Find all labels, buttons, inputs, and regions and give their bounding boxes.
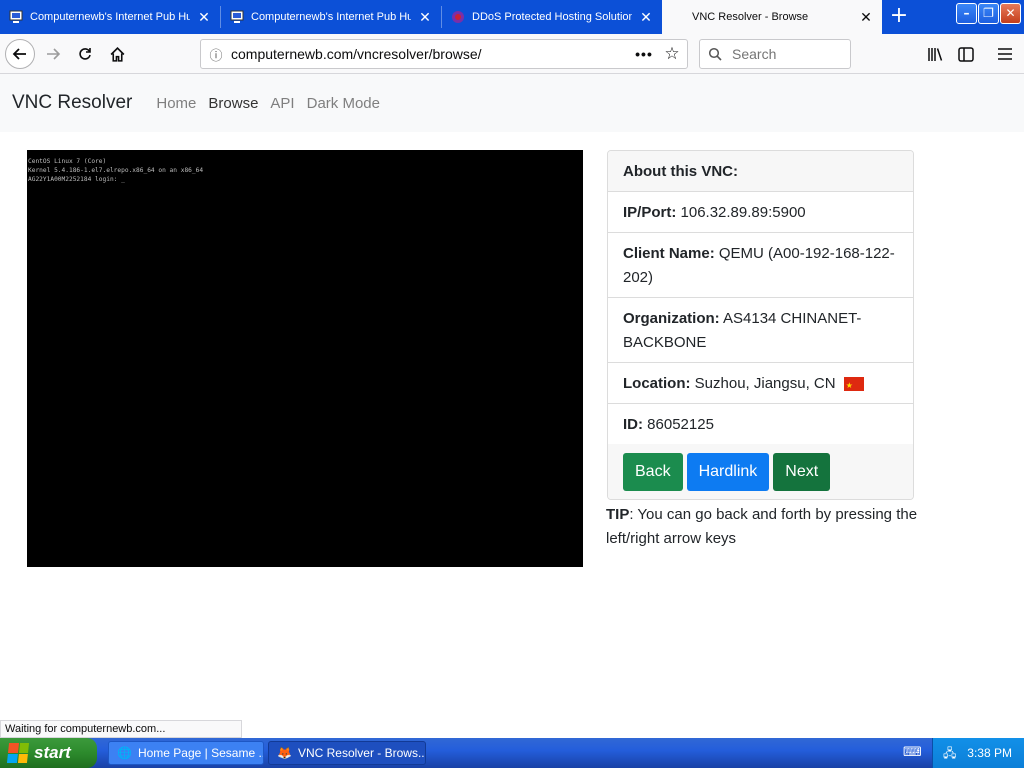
client-label: Client Name: [623, 245, 715, 262]
home-icon [110, 46, 124, 62]
terminal-line: AG22Y1A00M2252184 login: _ [28, 176, 125, 183]
id-label: ID: [623, 416, 643, 433]
taskbar-item-label: Home Page | Sesame ... [137, 746, 264, 760]
tab-vnc-resolver[interactable]: VNC Resolver - Browse ✕ [662, 0, 882, 34]
ip-label: IP/Port: [623, 204, 677, 221]
menu-button[interactable] [990, 39, 1020, 69]
taskbar: start 🌐 Home Page | Sesame ... 🦊 VNC Res… [0, 738, 1024, 768]
reload-button[interactable] [70, 39, 100, 69]
sidebar-icon [958, 46, 974, 62]
keyboard-icon[interactable]: ⌨ [903, 745, 922, 760]
back-arrow-icon [5, 39, 35, 69]
taskbar-item-vnc-resolver[interactable]: 🦊 VNC Resolver - Brows... [268, 741, 426, 765]
nav-home[interactable]: Home [156, 95, 196, 112]
status-bar: Waiting for computernewb.com... [0, 720, 242, 738]
close-icon[interactable]: ✕ [858, 9, 874, 26]
next-button[interactable]: Next [773, 453, 831, 491]
card-footer: Back Hardlink Next [608, 444, 913, 499]
hardlink-button[interactable]: Hardlink [686, 453, 770, 491]
ie-icon: 🌐 [117, 746, 132, 760]
library-icon [927, 47, 942, 61]
tab-title: Computernewb's Internet Pub Hu [251, 11, 411, 23]
start-button[interactable]: start [0, 738, 97, 768]
terminal-line: Kernel 5.4.186-1.el7.elrepo.x86_64 on an… [28, 167, 204, 174]
reload-icon [79, 48, 91, 60]
tab-title: VNC Resolver - Browse [692, 11, 809, 23]
info-icon[interactable]: ⓘ [201, 45, 231, 64]
vnc-screenshot: CentOS Linux 7 (Core) Kernel 5.4.186-1.el… [27, 150, 583, 567]
clock[interactable]: 3:38 PM [967, 746, 1012, 760]
forward-arrow-icon [47, 48, 61, 60]
system-tray: 🖧 3:38 PM [932, 738, 1024, 768]
minimize-button[interactable]: – [956, 3, 977, 24]
taskbar-item-label: VNC Resolver - Brows... [297, 746, 426, 760]
url-bar[interactable]: ⓘ computernewb.com/vncresolver/browse/ •… [200, 39, 688, 69]
back-button-page[interactable]: Back [623, 453, 683, 491]
network-icon[interactable]: 🖧 [943, 744, 956, 765]
terminal-line: CentOS Linux 7 (Core) [28, 158, 107, 165]
windows-logo-icon [6, 743, 30, 763]
search-box[interactable] [699, 39, 851, 69]
nav-api[interactable]: API [270, 95, 294, 112]
page-actions-icon[interactable]: ••• [631, 46, 657, 62]
close-icon[interactable]: ✕ [638, 9, 654, 26]
web-page: VNC Resolver Home Browse API Dark Mode C… [0, 74, 1024, 720]
tab-ddos-hosting[interactable]: DDoS Protected Hosting Solutions ✕ [442, 0, 662, 34]
firefox-icon: 🦊 [277, 746, 292, 760]
tab-computernewb-1[interactable]: Computernewb's Internet Pub Hu ✕ [0, 0, 220, 34]
search-icon [700, 47, 730, 61]
new-tab-button[interactable]: + [884, 2, 914, 32]
forward-button[interactable] [38, 39, 68, 69]
url-text: computernewb.com/vncresolver/browse/ [231, 46, 482, 62]
location-label: Location: [623, 375, 691, 392]
tab-computernewb-2[interactable]: Computernewb's Internet Pub Hu ✕ [221, 0, 441, 34]
library-button[interactable] [920, 39, 950, 69]
start-label: start [34, 743, 71, 762]
blank-page-icon [670, 9, 686, 25]
id-item: ID: 86052125 [608, 404, 913, 445]
ip-port-item: IP/Port: 106.32.89.89:5900 [608, 192, 913, 233]
bookmark-star-icon[interactable]: ☆ [657, 44, 687, 64]
sidebar-button[interactable] [951, 39, 981, 69]
location-value: Suzhou, Jiangsu, CN [694, 375, 836, 392]
ip-value: 106.32.89.89:5900 [680, 204, 806, 221]
site-brand[interactable]: VNC Resolver [12, 92, 132, 114]
tip-body: : You can go back and forth by pressing … [606, 506, 918, 547]
taskbar-item-homepage[interactable]: 🌐 Home Page | Sesame ... [108, 741, 264, 765]
vnc-icon [229, 9, 245, 25]
search-input[interactable] [730, 45, 840, 63]
tip-label: TIP [606, 506, 630, 523]
back-button[interactable] [5, 39, 35, 69]
tab-strip: Computernewb's Internet Pub Hu ✕ Compute… [0, 0, 1024, 34]
cn-flag-icon [843, 374, 864, 398]
site-navbar: VNC Resolver Home Browse API Dark Mode [0, 74, 1024, 132]
organization-item: Organization: AS4134 CHINANET-BACKBONE [608, 298, 913, 363]
nav-browse[interactable]: Browse [208, 95, 258, 112]
close-icon[interactable]: ✕ [417, 9, 433, 26]
location-item: Location: Suzhou, Jiangsu, CN [608, 363, 913, 404]
nav-dark-mode[interactable]: Dark Mode [307, 95, 380, 112]
org-label: Organization: [623, 310, 720, 327]
card-header: About this VNC: [608, 151, 913, 192]
tab-title: DDoS Protected Hosting Solutions [472, 11, 632, 23]
window-close-button[interactable]: ✕ [1000, 3, 1021, 24]
tab-title: Computernewb's Internet Pub Hu [30, 11, 190, 23]
maximize-button[interactable]: ❐ [978, 3, 999, 24]
hamburger-menu-icon [998, 48, 1012, 60]
globe-icon [450, 9, 466, 25]
vnc-icon [8, 9, 24, 25]
vnc-info-card: About this VNC: IP/Port: 106.32.89.89:59… [607, 150, 914, 500]
tip-text: TIP: You can go back and forth by pressi… [606, 503, 918, 551]
browser-toolbar: ⓘ computernewb.com/vncresolver/browse/ •… [0, 34, 1024, 74]
terminal-text: CentOS Linux 7 (Core) Kernel 5.4.186-1.el… [28, 157, 203, 184]
id-value: 86052125 [647, 416, 714, 433]
client-name-item: Client Name: QEMU (A00-192-168-122-202) [608, 233, 913, 298]
home-button[interactable] [102, 39, 132, 69]
close-icon[interactable]: ✕ [196, 9, 212, 26]
